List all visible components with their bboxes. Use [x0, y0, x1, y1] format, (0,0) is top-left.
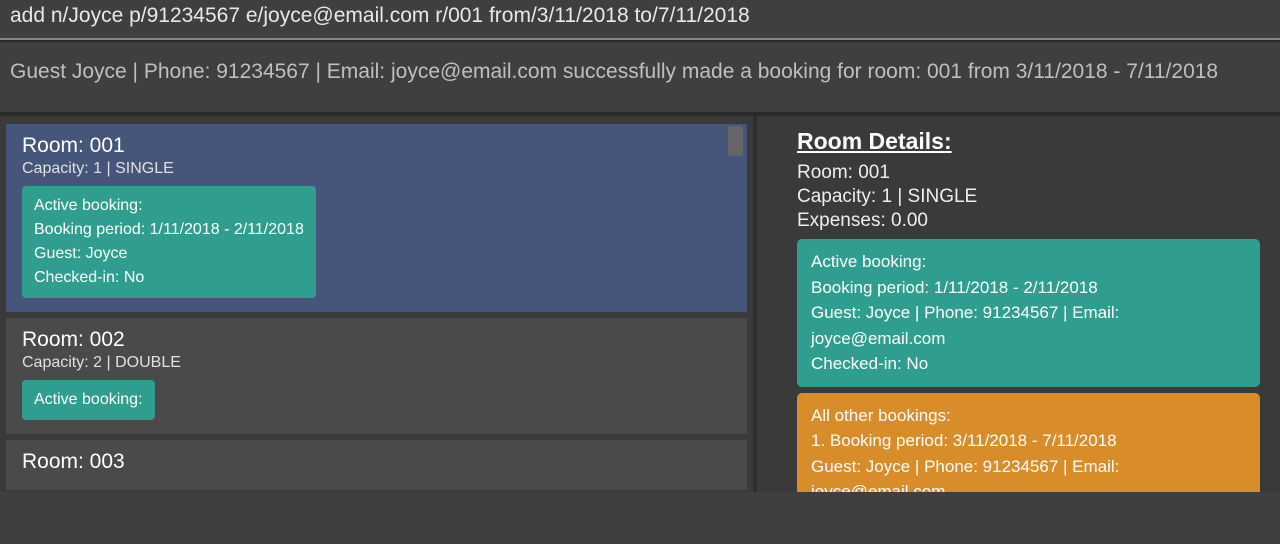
room-card-003[interactable]: Room: 003 [6, 440, 747, 490]
room-list-panel: Room: 001 Capacity: 1 | SINGLE Active bo… [0, 116, 753, 492]
details-heading: Room Details: [767, 124, 1260, 161]
room-title: Room: 001 [22, 134, 731, 158]
card-line: Guest: Joyce | Phone: 91234567 | Email: … [811, 300, 1246, 351]
active-booking-card: Active booking: Booking period: 1/11/201… [797, 239, 1260, 387]
card-line: All other bookings: [811, 403, 1246, 429]
other-bookings-card: All other bookings: 1. Booking period: 3… [797, 393, 1260, 493]
details-room: Room: 001 [767, 161, 1260, 185]
room-card-001[interactable]: Room: 001 Capacity: 1 | SINGLE Active bo… [6, 124, 747, 312]
scrollbar-track[interactable] [728, 126, 743, 466]
room-card-002[interactable]: Room: 002 Capacity: 2 | DOUBLE Active bo… [6, 318, 747, 434]
card-line: Guest: Joyce | Phone: 91234567 | Email: … [811, 454, 1246, 493]
badge-line: Active booking: [34, 388, 143, 412]
details-expenses: Expenses: 0.00 [767, 209, 1260, 233]
badge-line: Guest: Joyce [34, 242, 304, 266]
badge-line: Checked-in: No [34, 266, 304, 290]
badge-line: Active booking: [34, 194, 304, 218]
room-details-panel: Room Details: Room: 001 Capacity: 1 | SI… [753, 116, 1280, 492]
status-area: Guest Joyce | Phone: 91234567 | Email: j… [0, 40, 1280, 114]
details-capacity: Capacity: 1 | SINGLE [767, 185, 1260, 209]
room-capacity: Capacity: 1 | SINGLE [22, 160, 731, 178]
badge-line: Booking period: 1/11/2018 - 2/11/2018 [34, 218, 304, 242]
status-message: Guest Joyce | Phone: 91234567 | Email: j… [10, 60, 1270, 84]
room-title: Room: 003 [22, 450, 731, 474]
card-line: Checked-in: No [811, 351, 1246, 377]
card-line: 1. Booking period: 3/11/2018 - 7/11/2018 [811, 428, 1246, 454]
scrollbar-thumb[interactable] [728, 126, 743, 156]
active-booking-badge: Active booking: [22, 380, 155, 420]
room-title: Room: 002 [22, 328, 731, 352]
active-booking-badge: Active booking: Booking period: 1/11/201… [22, 186, 316, 298]
command-input[interactable]: add n/Joyce p/91234567 e/joyce@email.com… [0, 0, 1280, 40]
panels: Room: 001 Capacity: 1 | SINGLE Active bo… [0, 114, 1280, 492]
room-capacity: Capacity: 2 | DOUBLE [22, 354, 731, 372]
card-line: Booking period: 1/11/2018 - 2/11/2018 [811, 275, 1246, 301]
card-line: Active booking: [811, 249, 1246, 275]
